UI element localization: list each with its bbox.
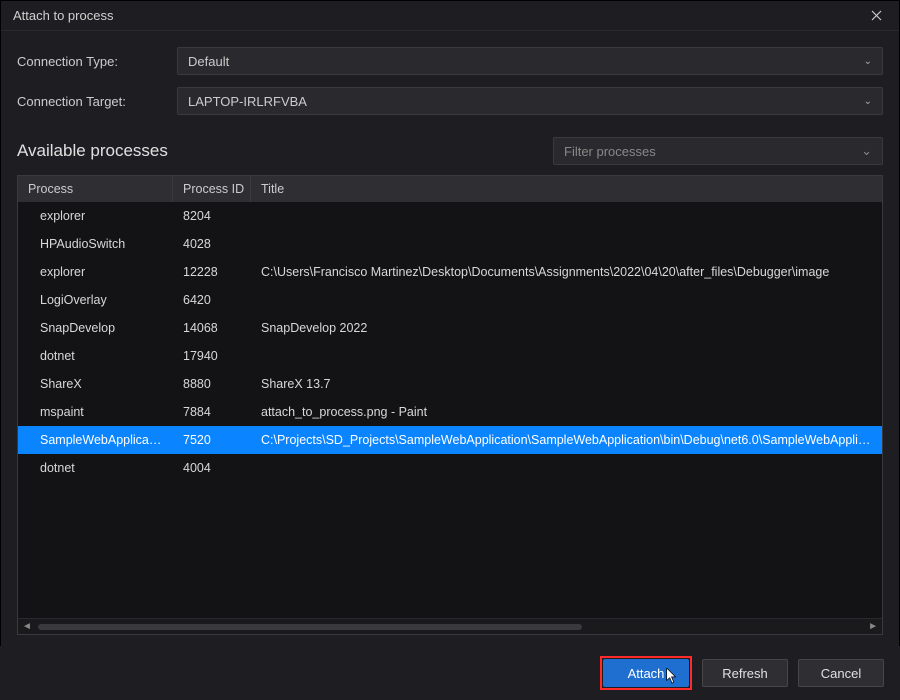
chevron-down-icon: ⌄ <box>864 56 872 67</box>
table-row[interactable]: HPAudioSwitch4028 <box>18 230 882 258</box>
cell-pid: 8880 <box>173 377 251 391</box>
processes-header-row: Available processes Filter processes ⌄ <box>17 137 883 165</box>
window-title: Attach to process <box>13 8 113 23</box>
cell-process: mspaint <box>18 405 173 419</box>
dialog-footer: Attach Refresh Cancel <box>0 646 900 700</box>
cell-process: dotnet <box>18 461 173 475</box>
cell-process: SnapDevelop <box>18 321 173 335</box>
titlebar: Attach to process <box>1 1 899 31</box>
close-icon <box>871 10 882 21</box>
connection-type-select[interactable]: Default ⌄ <box>177 47 883 75</box>
table-row[interactable]: explorer12228C:\Users\Francisco Martinez… <box>18 258 882 286</box>
cell-title: SnapDevelop 2022 <box>251 321 882 335</box>
cell-process: LogiOverlay <box>18 293 173 307</box>
connection-target-value: LAPTOP-IRLRFVBA <box>188 94 307 109</box>
table-row[interactable]: explorer8204 <box>18 202 882 230</box>
filter-processes-input[interactable]: Filter processes ⌄ <box>553 137 883 165</box>
refresh-button[interactable]: Refresh <box>702 659 788 687</box>
cell-pid: 17940 <box>173 349 251 363</box>
attach-highlight: Attach <box>600 656 692 690</box>
column-header-title[interactable]: Title <box>251 176 882 202</box>
cell-pid: 7884 <box>173 405 251 419</box>
scroll-track <box>38 622 862 632</box>
connection-type-label: Connection Type: <box>17 54 177 69</box>
cell-pid: 4004 <box>173 461 251 475</box>
cell-title: C:\Users\Francisco Martinez\Desktop\Docu… <box>251 265 882 279</box>
cell-process: SampleWebApplication <box>18 433 173 447</box>
connection-target-row: Connection Target: LAPTOP-IRLRFVBA ⌄ <box>17 87 883 115</box>
cancel-button-label: Cancel <box>821 666 861 681</box>
connection-target-select[interactable]: LAPTOP-IRLRFVBA ⌄ <box>177 87 883 115</box>
cell-title: ShareX 13.7 <box>251 377 882 391</box>
table-body: explorer8204HPAudioSwitch4028explorer122… <box>18 202 882 618</box>
table-row[interactable]: SnapDevelop14068SnapDevelop 2022 <box>18 314 882 342</box>
close-button[interactable] <box>861 1 891 31</box>
chevron-down-icon: ⌄ <box>861 143 872 159</box>
cell-title: attach_to_process.png - Paint <box>251 405 882 419</box>
cell-process: dotnet <box>18 349 173 363</box>
connection-target-label: Connection Target: <box>17 94 177 109</box>
column-header-pid[interactable]: Process ID <box>173 176 251 202</box>
process-table: Process Process ID Title explorer8204HPA… <box>17 175 883 635</box>
table-row[interactable]: mspaint7884attach_to_process.png - Paint <box>18 398 882 426</box>
table-header: Process Process ID Title <box>18 176 882 202</box>
scroll-left-icon: ◄ <box>22 621 32 632</box>
cancel-button[interactable]: Cancel <box>798 659 884 687</box>
chevron-down-icon: ⌄ <box>864 96 872 107</box>
table-row[interactable]: LogiOverlay6420 <box>18 286 882 314</box>
cell-pid: 7520 <box>173 433 251 447</box>
cell-pid: 6420 <box>173 293 251 307</box>
column-header-process[interactable]: Process <box>18 176 173 202</box>
table-row[interactable]: dotnet17940 <box>18 342 882 370</box>
table-row[interactable]: SampleWebApplication7520C:\Projects\SD_P… <box>18 426 882 454</box>
cell-pid: 4028 <box>173 237 251 251</box>
cell-process: explorer <box>18 265 173 279</box>
horizontal-scrollbar[interactable]: ◄ ► <box>18 618 882 634</box>
cell-pid: 12228 <box>173 265 251 279</box>
cell-process: HPAudioSwitch <box>18 237 173 251</box>
refresh-button-label: Refresh <box>722 666 768 681</box>
attach-button[interactable]: Attach <box>603 659 689 687</box>
dialog-content: Connection Type: Default ⌄ Connection Ta… <box>1 31 899 635</box>
cell-title: C:\Projects\SD_Projects\SampleWebApplica… <box>251 433 882 447</box>
filter-placeholder: Filter processes <box>564 144 656 159</box>
available-processes-heading: Available processes <box>17 141 168 161</box>
connection-type-row: Connection Type: Default ⌄ <box>17 47 883 75</box>
attach-button-label: Attach <box>628 666 665 681</box>
cell-process: explorer <box>18 209 173 223</box>
cell-pid: 14068 <box>173 321 251 335</box>
scroll-right-icon: ► <box>868 621 878 632</box>
table-row[interactable]: dotnet4004 <box>18 454 882 482</box>
connection-type-value: Default <box>188 54 229 69</box>
cell-process: ShareX <box>18 377 173 391</box>
table-row[interactable]: ShareX8880ShareX 13.7 <box>18 370 882 398</box>
cell-pid: 8204 <box>173 209 251 223</box>
scroll-thumb[interactable] <box>38 624 582 630</box>
cursor-icon <box>666 668 678 684</box>
